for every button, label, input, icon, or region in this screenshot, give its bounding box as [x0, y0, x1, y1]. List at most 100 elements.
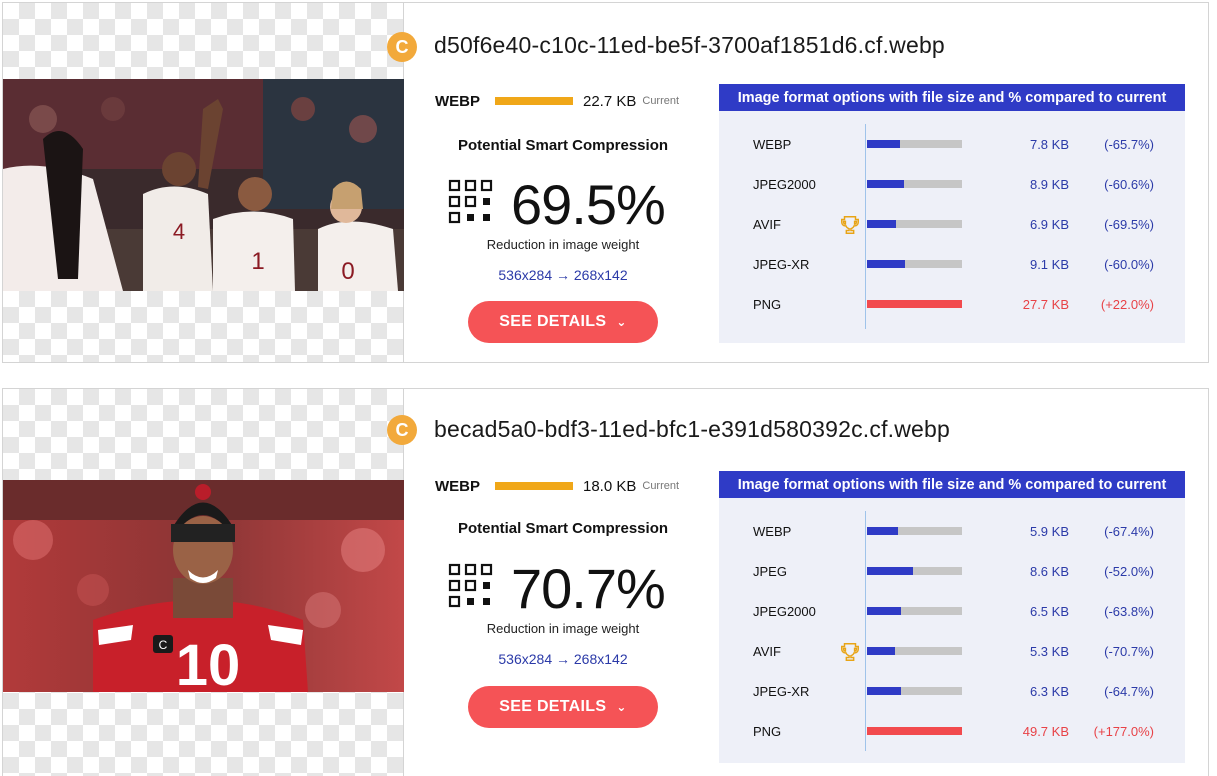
- format-options-panel: Image format options with file size and …: [719, 84, 1185, 343]
- format-options-title: Image format options with file size and …: [719, 471, 1185, 498]
- format-option-size: 49.7 KB: [1022, 724, 1069, 739]
- svg-text:4: 4: [173, 219, 185, 244]
- size-bar-fill: [867, 647, 895, 655]
- format-option-size: 5.3 KB: [1029, 644, 1069, 659]
- current-format-row: WEBP 22.7 KB Current: [435, 91, 679, 111]
- size-bar-track: [867, 180, 962, 188]
- size-bar-track: [867, 607, 962, 615]
- size-bar-fill: [867, 300, 962, 308]
- size-bar-fill: [867, 180, 905, 188]
- format-option-percent: (+177.0%): [1093, 724, 1154, 739]
- svg-text:10: 10: [176, 633, 241, 692]
- size-bar-fill: [867, 527, 898, 535]
- size-bar-fill: [867, 727, 962, 735]
- size-bar-fill: [867, 220, 896, 228]
- see-details-button[interactable]: SEE DETAILS ⌄: [468, 686, 658, 728]
- size-bar-track: [867, 140, 962, 148]
- basketball-team-photo: 4 1 0: [3, 79, 404, 291]
- format-options-title: Image format options with file size and …: [719, 84, 1185, 111]
- image-preview-pane: 10 C: [3, 389, 404, 776]
- size-bar-track: [867, 260, 962, 268]
- current-size: 18.0 KB: [583, 477, 637, 495]
- format-option-size: 6.3 KB: [1029, 684, 1069, 699]
- file-name: d50f6e40-c10c-11ed-be5f-3700af1851d6.cf.…: [434, 32, 945, 58]
- format-option-row: JPEG-XR 9.1 KB (-60.0%): [719, 254, 1185, 274]
- current-label: Current: [642, 95, 680, 107]
- chevron-down-icon: ⌄: [616, 700, 627, 714]
- compression-title: Potential Smart Compression: [457, 137, 669, 154]
- format-option-percent: (-70.7%): [1104, 644, 1154, 659]
- format-option-row: WEBP 7.8 KB (-65.7%): [719, 134, 1185, 154]
- format-option-percent: (-52.0%): [1104, 564, 1154, 579]
- format-option-row: JPEG 8.6 KB (-52.0%): [719, 561, 1185, 581]
- file-name: becad5a0-bdf3-11ed-bfc1-e391d580392c.cf.…: [434, 416, 951, 442]
- format-option-name: JPEG2000: [753, 604, 816, 619]
- format-option-size: 8.6 KB: [1029, 564, 1069, 579]
- format-option-row: JPEG2000 6.5 KB (-63.8%): [719, 601, 1185, 621]
- image-preview-pane: 4 1 0: [3, 3, 404, 362]
- reduction-label: Reduction in image weight: [486, 621, 640, 636]
- svg-text:0: 0: [341, 258, 354, 285]
- format-option-name: JPEG: [753, 564, 787, 579]
- trophy-icon: [841, 643, 859, 661]
- compression-percent: 69.5%: [511, 173, 666, 236]
- size-bar-fill: [867, 687, 901, 695]
- size-bar-fill: [867, 567, 913, 575]
- format-option-name: PNG: [753, 724, 782, 739]
- format-option-percent: (-60.6%): [1104, 177, 1154, 192]
- trophy-icon: [841, 216, 859, 234]
- size-bar-fill: [867, 260, 905, 268]
- format-option-percent: (-69.5%): [1104, 217, 1154, 232]
- qr-grid-icon: [448, 563, 493, 608]
- format-option-name: JPEG2000: [753, 177, 816, 192]
- format-option-row: WEBP 5.9 KB (-67.4%): [719, 521, 1185, 541]
- format-option-size: 7.8 KB: [1029, 137, 1069, 152]
- dimensions-change: 536x284 → 268x142: [498, 267, 628, 283]
- svg-text:C: C: [159, 638, 168, 652]
- format-option-name: WEBP: [753, 137, 792, 152]
- size-bar-track: [867, 647, 962, 655]
- format-option-name: PNG: [753, 297, 782, 312]
- svg-text:1: 1: [251, 248, 264, 275]
- format-option-percent: (-63.8%): [1104, 604, 1154, 619]
- image-thumbnail[interactable]: 10 C: [3, 480, 404, 692]
- format-option-size: 5.9 KB: [1029, 524, 1069, 539]
- current-format-row: WEBP 18.0 KB Current: [435, 476, 679, 496]
- format-option-row: AVIF 6.9 KB (-69.5%): [719, 214, 1185, 234]
- format-option-percent: (-67.4%): [1104, 524, 1154, 539]
- format-option-percent: (-60.0%): [1104, 257, 1154, 272]
- current-size: 22.7 KB: [583, 92, 637, 110]
- format-option-name: JPEG-XR: [753, 257, 810, 272]
- format-option-name: JPEG-XR: [753, 684, 810, 699]
- format-option-name: AVIF: [753, 217, 781, 232]
- size-bar-track: [867, 687, 962, 695]
- format-option-percent: (-64.7%): [1104, 684, 1154, 699]
- reduction-label: Reduction in image weight: [486, 237, 640, 252]
- format-option-size: 9.1 KB: [1029, 257, 1069, 272]
- size-bar-track: [867, 527, 962, 535]
- qr-grid-icon: [448, 179, 493, 224]
- size-bar-track: [867, 727, 962, 735]
- format-option-size: 8.9 KB: [1029, 177, 1069, 192]
- size-bar-fill: [867, 607, 902, 615]
- chevron-down-icon: ⌄: [616, 315, 627, 329]
- format-option-percent: (+22.0%): [1100, 297, 1154, 312]
- format-option-size: 6.5 KB: [1029, 604, 1069, 619]
- cache-badge: C: [387, 32, 417, 62]
- size-bar-track: [867, 220, 962, 228]
- size-bar-fill: [867, 140, 900, 148]
- compression-percent: 70.7%: [511, 557, 666, 620]
- image-result-card: 4 1 0 C d50f6e40-c10c-11ed-be5f-3700af18…: [2, 2, 1209, 363]
- see-details-button[interactable]: SEE DETAILS ⌄: [468, 301, 658, 343]
- image-thumbnail[interactable]: 4 1 0: [3, 79, 404, 291]
- format-option-size: 6.9 KB: [1029, 217, 1069, 232]
- current-format-name: WEBP: [435, 92, 480, 110]
- format-option-percent: (-65.7%): [1104, 137, 1154, 152]
- football-player-photo: 10 C: [3, 480, 404, 692]
- cache-badge: C: [387, 415, 417, 445]
- format-option-size: 27.7 KB: [1022, 297, 1069, 312]
- size-bar-track: [867, 567, 962, 575]
- see-details-label: SEE DETAILS: [499, 698, 607, 715]
- format-option-name: AVIF: [753, 644, 781, 659]
- format-options-panel: Image format options with file size and …: [719, 471, 1185, 763]
